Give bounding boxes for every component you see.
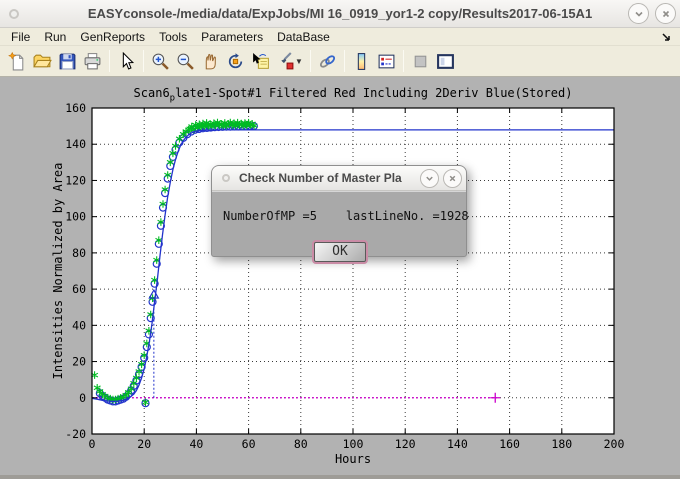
save-figure-button[interactable] (55, 49, 80, 74)
plot-axes[interactable]: 020406080100120140160180200-200204060801… (0, 77, 680, 475)
insert-colorbar-button[interactable] (349, 49, 374, 74)
svg-text:100: 100 (343, 437, 364, 451)
svg-text:0: 0 (79, 391, 86, 405)
new-file-button[interactable] (5, 49, 30, 74)
svg-text:160: 160 (499, 437, 520, 451)
menu-bar: File Run GenReports Tools Parameters Dat… (0, 28, 680, 46)
dialog-title-bar: Check Number of Master Pla (212, 166, 466, 191)
title-bar: EASYconsole-/media/data/ExpJobs/MI 16_09… (0, 0, 680, 28)
dialog-title: Check Number of Master Pla (239, 171, 418, 185)
svg-text:40: 40 (189, 437, 203, 451)
svg-text:-20: -20 (65, 427, 86, 441)
toolbar-separator (143, 50, 144, 72)
hide-plot-tools-button[interactable] (408, 49, 433, 74)
toolbar-separator (344, 50, 345, 72)
brush-dropdown-caret[interactable]: ▼ (295, 57, 304, 66)
rotate-3d-button[interactable] (223, 49, 248, 74)
insert-legend-button[interactable] (374, 49, 399, 74)
pan-hand-icon (201, 52, 220, 71)
toolbar-separator (403, 50, 404, 72)
open-folder-icon (33, 52, 52, 71)
dialog-message: NumberOfMP =5 lastLineNo. =1928 (223, 209, 469, 223)
close-button[interactable] (655, 3, 676, 24)
show-plot-tools-icon (436, 52, 455, 71)
svg-text:60: 60 (72, 282, 86, 296)
link-plot-button[interactable] (315, 49, 340, 74)
pointer-button[interactable] (114, 49, 139, 74)
check-master-plates-dialog: Check Number of Master Pla NumberO (211, 165, 467, 257)
pan-button[interactable] (198, 49, 223, 74)
svg-text:60: 60 (242, 437, 256, 451)
menu-tools[interactable]: Tools (152, 30, 194, 44)
chevron-down-icon (424, 173, 435, 184)
dialog-shade-button[interactable] (420, 169, 439, 188)
window-title: EASYconsole-/media/data/ExpJobs/MI 16_09… (0, 6, 680, 21)
menu-run[interactable]: Run (37, 30, 73, 44)
legend-icon (377, 52, 396, 71)
menu-file[interactable]: File (4, 30, 37, 44)
ok-button[interactable]: OK (314, 242, 366, 262)
svg-text:140: 140 (447, 437, 468, 451)
toolbar-separator (310, 50, 311, 72)
menu-database[interactable]: DataBase (270, 30, 337, 44)
detach-arrow-icon[interactable] (660, 30, 672, 48)
brush-data-button[interactable]: ▼ (273, 49, 306, 74)
svg-text:120: 120 (395, 437, 416, 451)
brush-icon (276, 52, 295, 71)
figure-canvas: 020406080100120140160180200-200204060801… (0, 77, 680, 475)
svg-text:Hours: Hours (335, 452, 371, 466)
svg-text:140: 140 (65, 137, 86, 151)
svg-text:180: 180 (551, 437, 572, 451)
svg-text:40: 40 (72, 318, 86, 332)
dialog-close-button[interactable] (443, 169, 462, 188)
menu-genreports[interactable]: GenReports (73, 30, 152, 44)
link-icon (318, 52, 337, 71)
data-cursor-icon (251, 52, 270, 71)
svg-text:100: 100 (65, 210, 86, 224)
pointer-icon (117, 52, 136, 71)
zoom-out-icon (176, 52, 195, 71)
svg-text:160: 160 (65, 101, 86, 115)
chevron-down-icon (633, 8, 645, 20)
new-file-icon (8, 52, 27, 71)
toolbar-separator (109, 50, 110, 72)
colorbar-icon (352, 52, 371, 71)
svg-text:Intensities Normalized by Area: Intensities Normalized by Area (51, 163, 65, 380)
window-menu-icon[interactable] (9, 9, 19, 19)
open-file-button[interactable] (30, 49, 55, 74)
printer-icon (83, 52, 102, 71)
plot-title: Scan6plate1-Spot#1 Filtered Red Includin… (92, 86, 614, 103)
zoom-out-button[interactable] (173, 49, 198, 74)
menu-parameters[interactable]: Parameters (194, 30, 270, 44)
print-figure-button[interactable] (80, 49, 105, 74)
easyconsole-window: EASYconsole-/media/data/ExpJobs/MI 16_09… (0, 0, 680, 479)
figure-toolbar: ▼ (0, 46, 680, 77)
dialog-body: NumberOfMP =5 lastLineNo. =1928 OK (212, 191, 466, 257)
close-icon (660, 8, 672, 20)
zoom-in-icon (151, 52, 170, 71)
svg-text:20: 20 (72, 355, 86, 369)
svg-text:80: 80 (294, 437, 308, 451)
hide-plot-tools-icon (411, 52, 430, 71)
shade-button[interactable] (628, 3, 649, 24)
svg-text:200: 200 (604, 437, 625, 451)
save-icon (58, 52, 77, 71)
show-plot-tools-button[interactable] (433, 49, 458, 74)
svg-text:20: 20 (137, 437, 151, 451)
dialog-menu-icon[interactable] (222, 174, 230, 182)
svg-text:0: 0 (89, 437, 96, 451)
close-icon (447, 173, 458, 184)
svg-text:120: 120 (65, 173, 86, 187)
svg-text:80: 80 (72, 246, 86, 260)
data-cursor-button[interactable] (248, 49, 273, 74)
zoom-in-button[interactable] (148, 49, 173, 74)
rotate-3d-icon (226, 52, 245, 71)
